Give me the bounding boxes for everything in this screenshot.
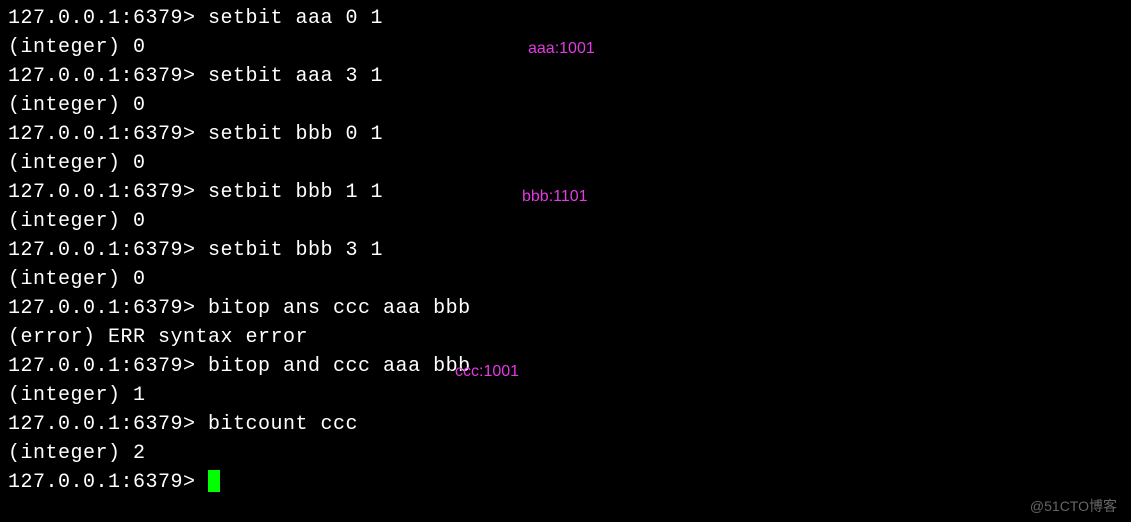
terminal-line: 127.0.0.1:6379> setbit aaa 3 1: [8, 62, 1123, 91]
command-text: setbit bbb 0 1: [208, 123, 383, 146]
response-text: (integer) 2: [8, 442, 146, 465]
command-text: setbit aaa 3 1: [208, 65, 383, 88]
annotation-bbb: bbb:1101: [522, 188, 588, 206]
prompt: 127.0.0.1:6379>: [8, 413, 208, 436]
terminal-line: 127.0.0.1:6379> bitop ans ccc aaa bbb: [8, 294, 1123, 323]
prompt: 127.0.0.1:6379>: [8, 297, 208, 320]
terminal-line: (integer) 0: [8, 207, 1123, 236]
prompt: 127.0.0.1:6379>: [8, 355, 208, 378]
prompt: 127.0.0.1:6379>: [8, 181, 208, 204]
command-text: bitop and ccc aaa bbb: [208, 355, 471, 378]
terminal-line: (integer) 0: [8, 149, 1123, 178]
annotation-ccc: ccc:1001: [455, 363, 519, 381]
prompt: 127.0.0.1:6379>: [8, 471, 208, 494]
terminal-output[interactable]: 127.0.0.1:6379> setbit aaa 0 1 (integer)…: [0, 0, 1131, 501]
terminal-line: 127.0.0.1:6379> setbit bbb 3 1: [8, 236, 1123, 265]
command-text: setbit aaa 0 1: [208, 7, 383, 30]
response-text: (integer) 0: [8, 152, 146, 175]
prompt: 127.0.0.1:6379>: [8, 123, 208, 146]
cursor-icon: [208, 470, 220, 492]
command-text: bitop ans ccc aaa bbb: [208, 297, 471, 320]
command-text: bitcount ccc: [208, 413, 358, 436]
terminal-line: (error) ERR syntax error: [8, 323, 1123, 352]
annotation-aaa: aaa:1001: [528, 40, 595, 58]
response-text: (integer) 0: [8, 36, 146, 59]
response-text: (integer) 0: [8, 210, 146, 233]
prompt: 127.0.0.1:6379>: [8, 65, 208, 88]
command-text: setbit bbb 1 1: [208, 181, 383, 204]
command-text: setbit bbb 3 1: [208, 239, 383, 262]
terminal-line: (integer) 2: [8, 439, 1123, 468]
terminal-line: 127.0.0.1:6379> bitcount ccc: [8, 410, 1123, 439]
response-text: (error) ERR syntax error: [8, 326, 308, 349]
terminal-line: (integer) 0: [8, 265, 1123, 294]
watermark: @51CTO博客: [1030, 496, 1117, 516]
terminal-line: 127.0.0.1:6379> setbit aaa 0 1: [8, 4, 1123, 33]
terminal-line: (integer) 1: [8, 381, 1123, 410]
terminal-line: (integer) 0: [8, 91, 1123, 120]
response-text: (integer) 0: [8, 268, 146, 291]
prompt: 127.0.0.1:6379>: [8, 7, 208, 30]
terminal-line-active[interactable]: 127.0.0.1:6379>: [8, 468, 1123, 497]
terminal-line: 127.0.0.1:6379> bitop and ccc aaa bbb: [8, 352, 1123, 381]
response-text: (integer) 1: [8, 384, 146, 407]
prompt: 127.0.0.1:6379>: [8, 239, 208, 262]
terminal-line: 127.0.0.1:6379> setbit bbb 0 1: [8, 120, 1123, 149]
response-text: (integer) 0: [8, 94, 146, 117]
